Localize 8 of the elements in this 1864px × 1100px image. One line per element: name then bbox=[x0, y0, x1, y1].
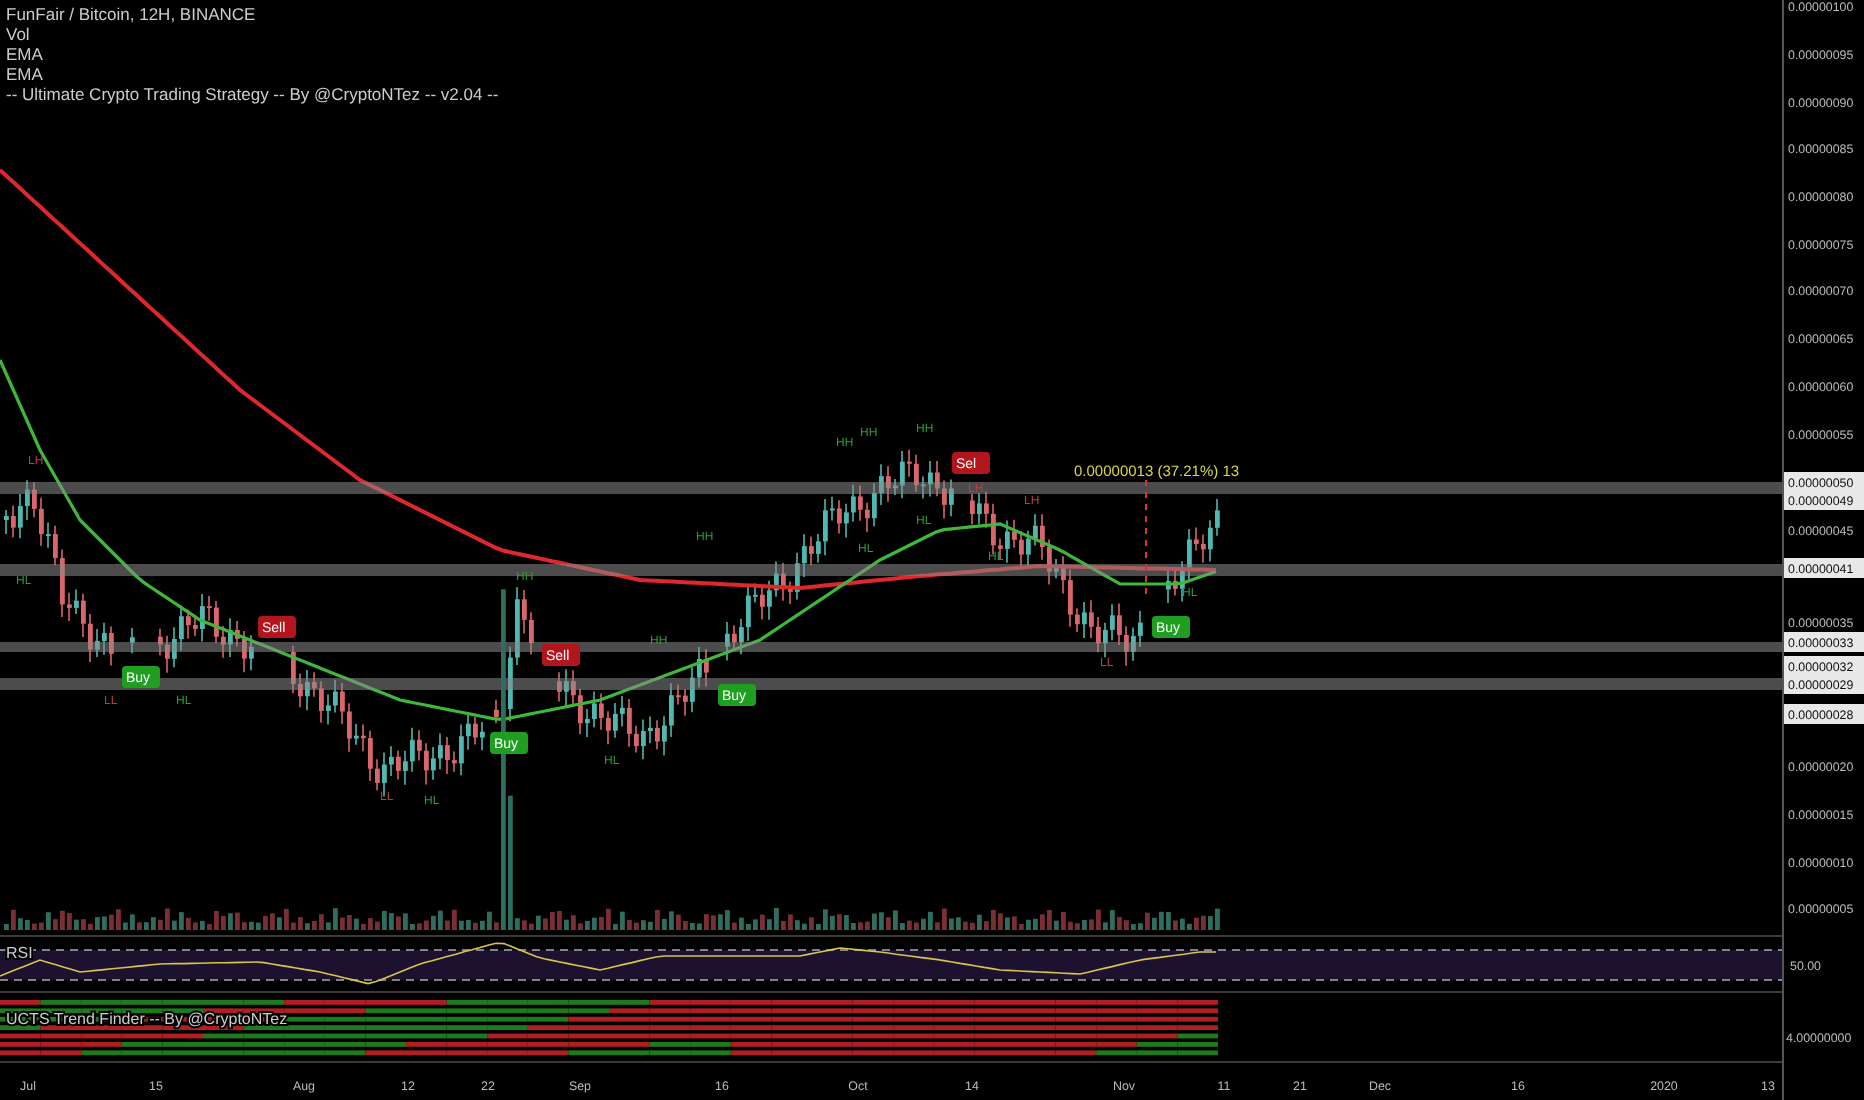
indicator-label: Vol bbox=[6, 24, 32, 44]
indicator-label: EMA bbox=[6, 44, 45, 64]
candle bbox=[130, 627, 135, 655]
rsi-title: RSI bbox=[6, 944, 33, 962]
indicator-label: EMA bbox=[6, 64, 45, 84]
candle bbox=[494, 698, 499, 725]
indicator-label: -- Ultimate Crypto Trading Strategy -- By @CryptoNTez -- v2.04 -- bbox=[6, 84, 499, 104]
symbol-title: FunFair / Bitcoin, 12H, BINANCE bbox=[6, 4, 258, 24]
